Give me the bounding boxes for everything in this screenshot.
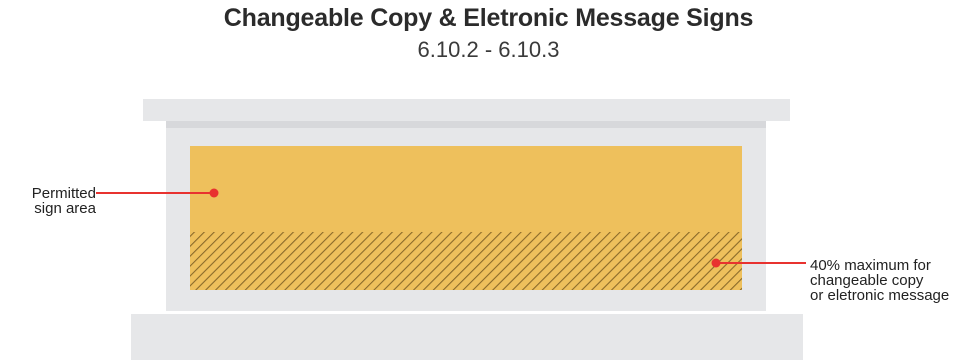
maximum-label-line-2: changeable copy [810,272,924,289]
maximum-label-line-3: or eletronic message [810,287,950,304]
permitted-label-line-2: sign area [34,200,96,217]
sign-base [131,314,803,360]
maximum-label-line-1: 40% maximum for [810,257,931,274]
sign-diagram [96,99,806,360]
changeable-copy-maximum-label: 40% maximum for changeable copy or eletr… [810,258,977,303]
changeable-copy-area [190,232,742,290]
sign-cap-shadow [166,121,766,128]
maximum-callout-dot [711,258,721,268]
permitted-sign-area-label: Permitted sign area [4,186,96,216]
permitted-callout-dot [209,188,219,198]
permitted-label-line-1: Permitted [31,185,96,202]
sign-cap [143,99,790,121]
